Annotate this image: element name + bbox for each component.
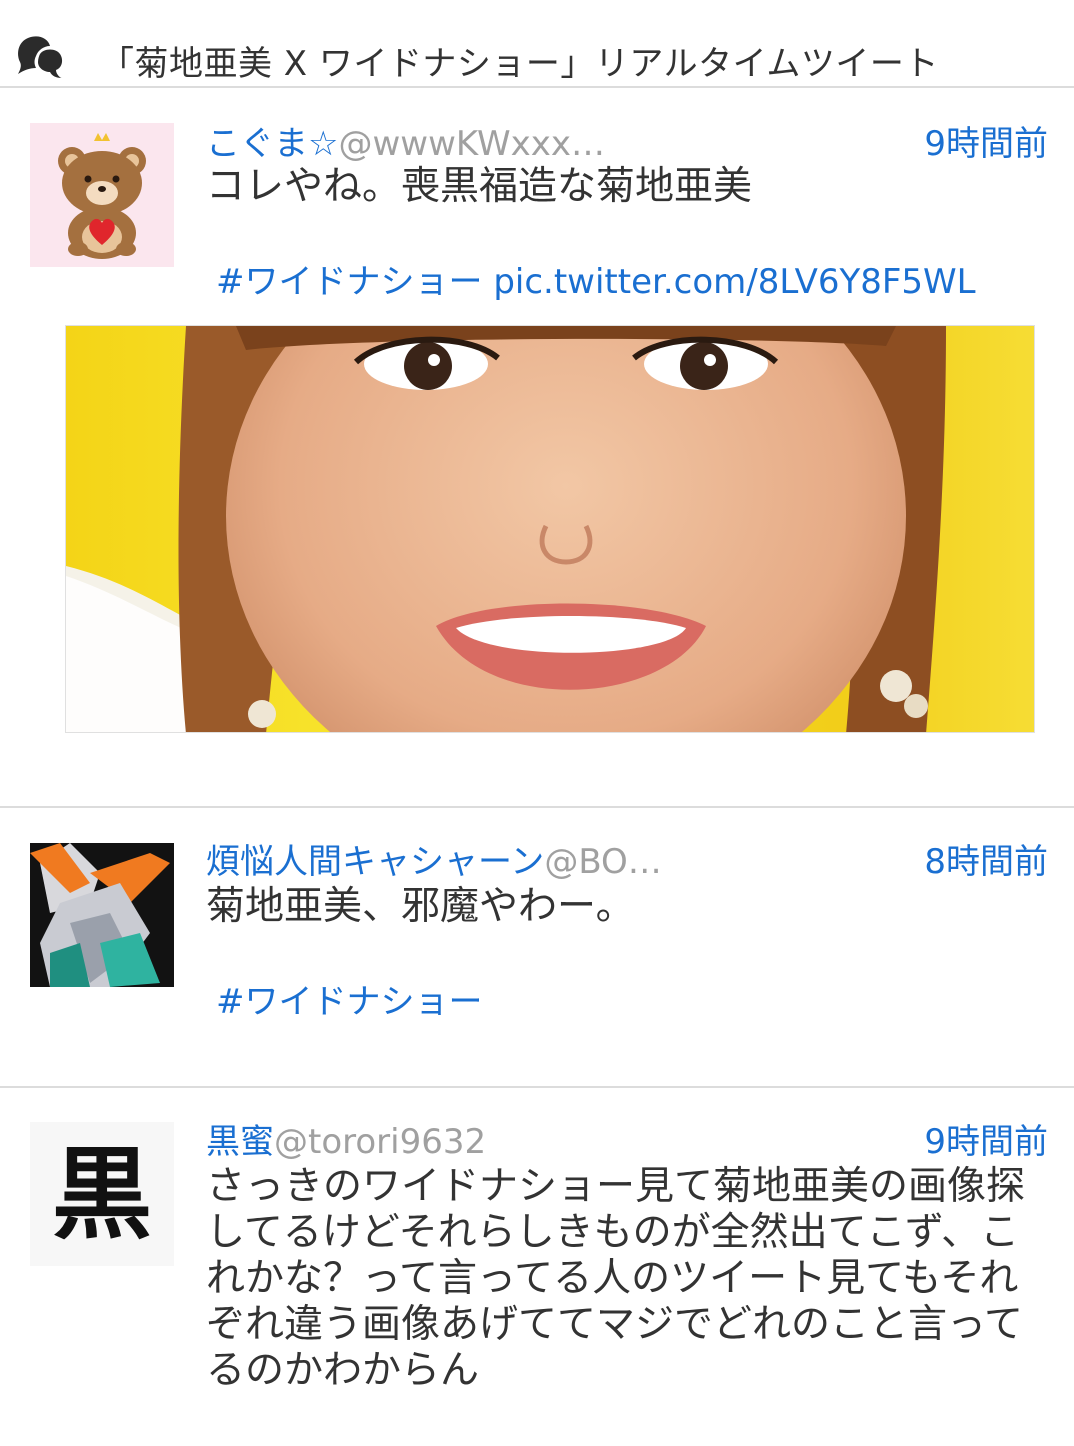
- tweet-links: #ワイドナショー pic.twitter.com/8LV6Y8F5WL: [216, 262, 976, 302]
- tweet-item[interactable]: 煩悩人間キャシャーン@BO… 8時間前 菊地亜美、邪魔やわー。 #ワイドナショー: [0, 808, 1074, 1086]
- tweet-text: さっきのワイドナショー見て菊地亜美の画像探してるけどそれらしきものが全然出てこず…: [206, 1164, 1026, 1393]
- user-name[interactable]: 煩悩人間キャシャーン: [206, 842, 544, 882]
- tweet-text: コレやね。喪黒福造な菊地亜美: [206, 164, 753, 209]
- app-header: 「菊地亜美 X ワイドナショー」リアルタイムツイート: [0, 0, 1074, 88]
- user-name[interactable]: こぐま☆: [206, 124, 338, 164]
- tweet-photo[interactable]: [65, 325, 1035, 733]
- tweet-user[interactable]: 黒蜜@torori9632: [206, 1122, 486, 1162]
- avatar[interactable]: [30, 123, 174, 267]
- tweet-time[interactable]: 9時間前: [924, 1122, 1048, 1162]
- speech-bubbles-icon: [18, 36, 63, 78]
- bear-avatar-icon: [30, 123, 174, 267]
- tweet-user[interactable]: こぐま☆@wwwKWxxx…: [206, 124, 605, 164]
- page-title: 「菊地亜美 X ワイドナショー」リアルタイムツイート: [100, 44, 939, 84]
- tweet-item[interactable]: 黒 黒蜜@torori9632 9時間前 さっきのワイドナショー見て菊地亜美の画…: [0, 1088, 1074, 1446]
- tweet-text: 菊地亜美、邪魔やわー。: [206, 884, 635, 929]
- user-handle[interactable]: @wwwKWxxx…: [338, 124, 605, 164]
- user-handle[interactable]: @BO…: [544, 842, 662, 882]
- avatar[interactable]: 黒: [30, 1122, 174, 1266]
- tweet-links: #ワイドナショー: [216, 982, 483, 1022]
- tweet-time[interactable]: 9時間前: [924, 124, 1048, 164]
- user-name[interactable]: 黒蜜: [206, 1122, 274, 1162]
- hashtag-link[interactable]: #ワイドナショー: [216, 262, 483, 302]
- tweet-user[interactable]: 煩悩人間キャシャーン@BO…: [206, 842, 662, 882]
- user-handle[interactable]: @torori9632: [274, 1122, 486, 1162]
- tweet-time[interactable]: 8時間前: [924, 842, 1048, 882]
- face-photo: [66, 326, 1034, 732]
- hashtag-link[interactable]: #ワイドナショー: [216, 982, 483, 1022]
- tweet-item[interactable]: こぐま☆@wwwKWxxx… 9時間前 コレやね。喪黒福造な菊地亜美 #ワイドナ…: [0, 90, 1074, 806]
- robot-avatar-icon: [30, 843, 174, 987]
- pic-link[interactable]: pic.twitter.com/8LV6Y8F5WL: [493, 262, 975, 302]
- avatar[interactable]: [30, 843, 174, 987]
- avatar-kanji: 黒: [52, 1135, 152, 1253]
